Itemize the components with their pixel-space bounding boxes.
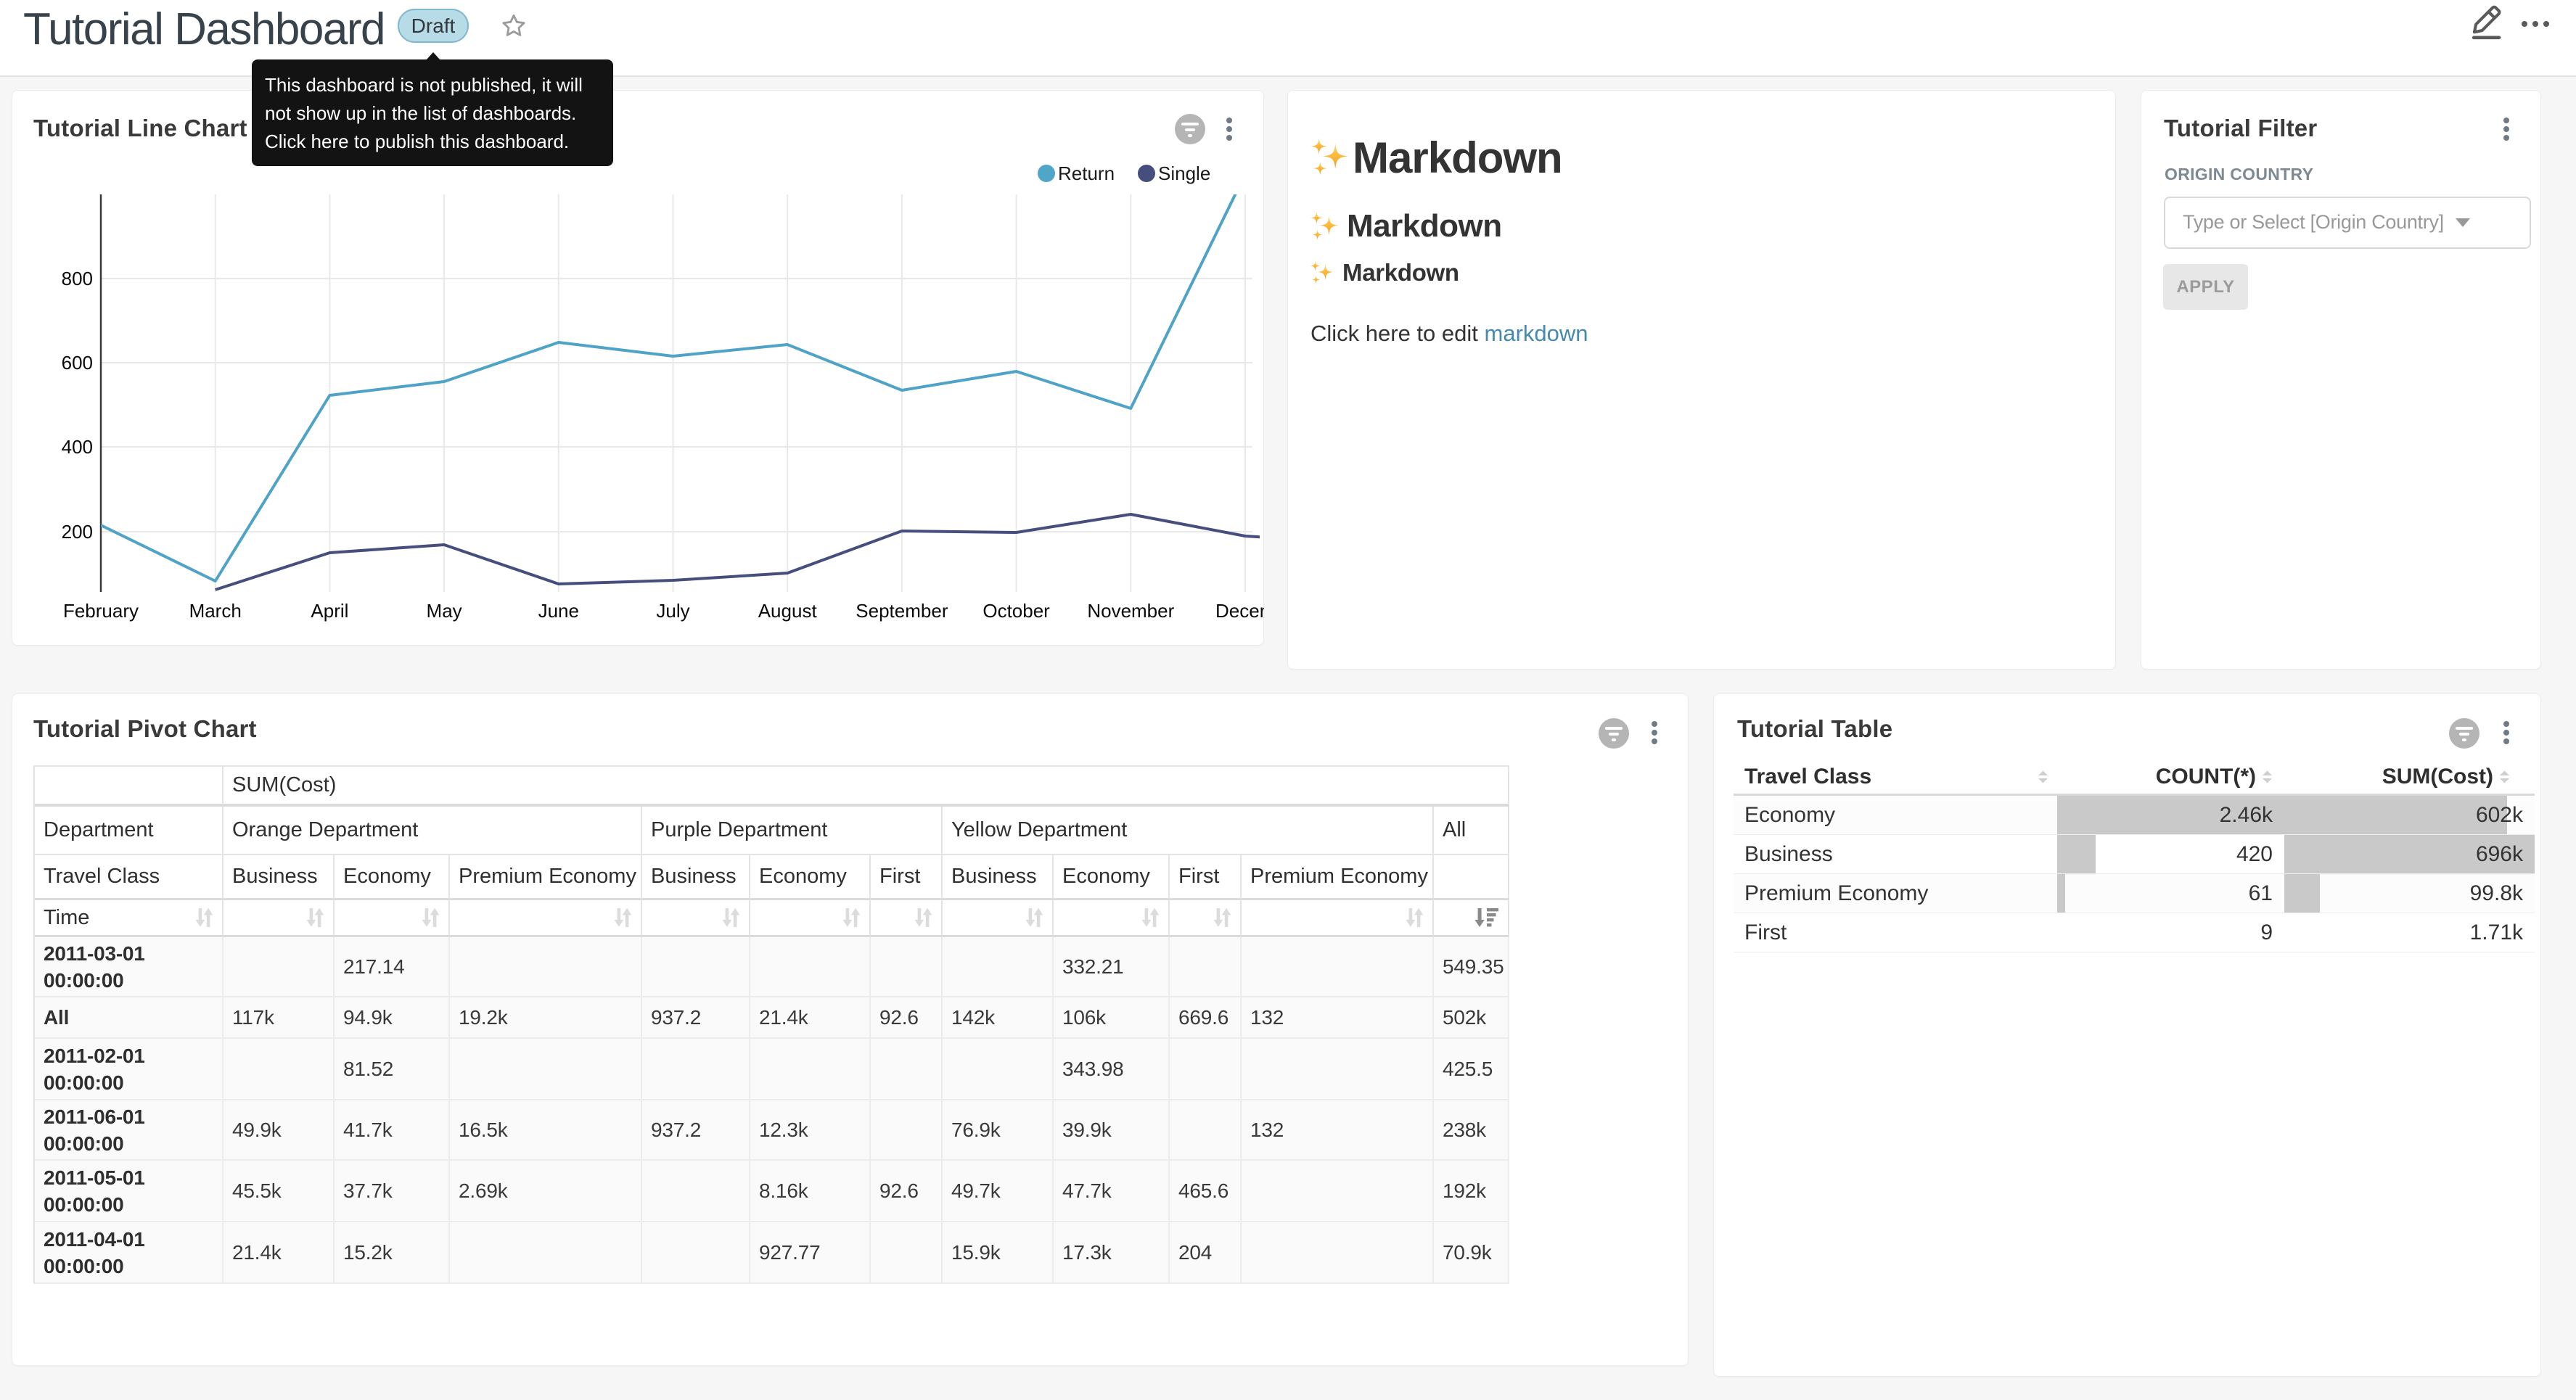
- svg-text:600: 600: [62, 352, 93, 374]
- svg-text:Single: Single: [1158, 162, 1210, 184]
- svg-text:December: December: [1215, 600, 1264, 622]
- svg-text:Return: Return: [1058, 162, 1115, 184]
- svg-text:March: March: [189, 600, 242, 622]
- svg-text:August: August: [758, 600, 818, 622]
- svg-text:February: February: [63, 600, 139, 622]
- svg-text:April: April: [311, 600, 348, 622]
- svg-text:September: September: [856, 600, 948, 622]
- svg-text:October: October: [983, 600, 1050, 622]
- svg-text:July: July: [656, 600, 689, 622]
- svg-text:November: November: [1087, 600, 1174, 622]
- svg-text:200: 200: [62, 521, 93, 543]
- svg-text:800: 800: [62, 268, 93, 289]
- svg-text:May: May: [427, 600, 462, 622]
- svg-text:June: June: [538, 600, 579, 622]
- svg-text:400: 400: [62, 436, 93, 458]
